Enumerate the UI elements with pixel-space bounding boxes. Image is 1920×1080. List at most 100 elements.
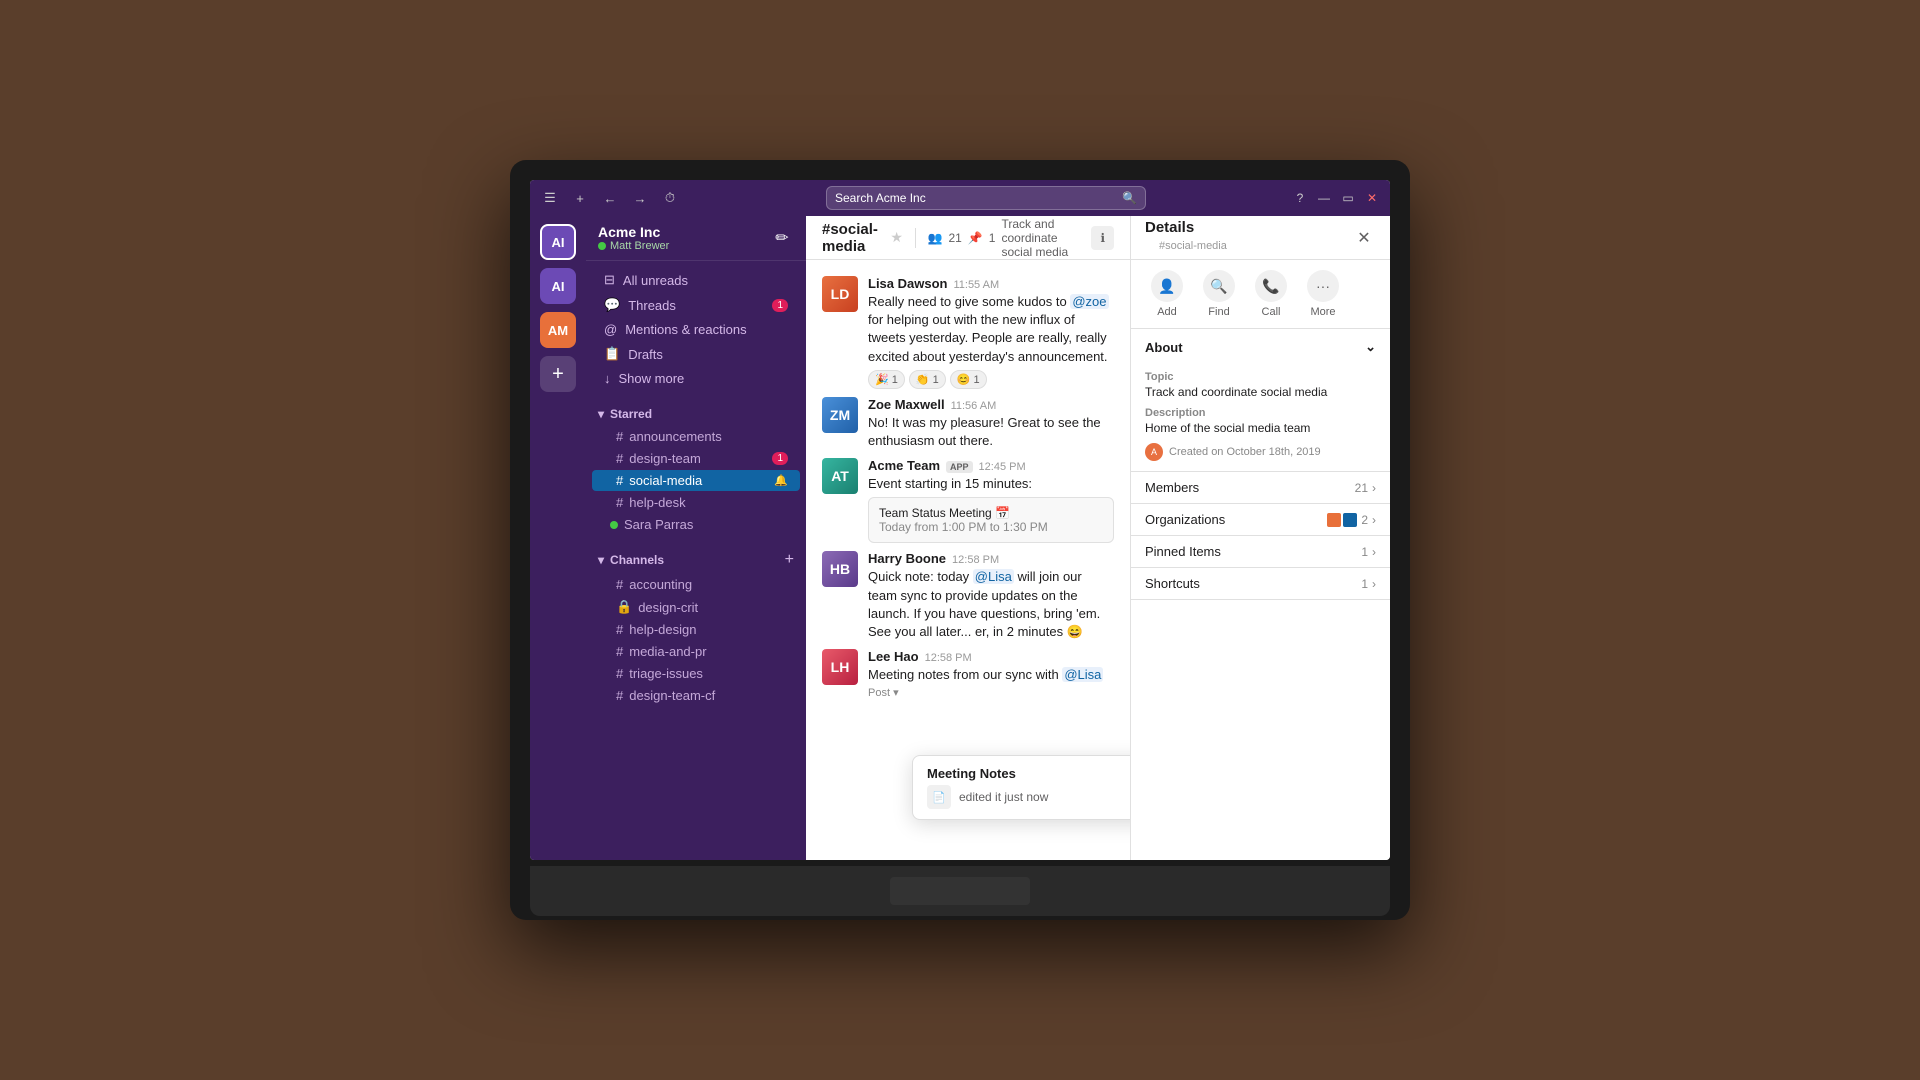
msg-text-lisa: Really need to give some kudos to @zoe f… [868, 293, 1114, 366]
members-icon: 👥 [928, 231, 943, 245]
channel-design-team[interactable]: # design-team 1 [592, 448, 800, 469]
search-icon: 🔍 [1122, 191, 1137, 205]
details-close-button[interactable]: ✕ [1352, 226, 1376, 250]
action-add[interactable]: 👤 Add [1145, 270, 1189, 318]
shortcuts-label: Shortcuts [1145, 576, 1200, 591]
action-more[interactable]: ··· More [1301, 270, 1345, 318]
reaction-clap[interactable]: 👏 1 [909, 370, 946, 389]
channel-media-and-pr[interactable]: # media-and-pr [592, 641, 800, 662]
workspace-info: Acme Inc Matt Brewer [598, 224, 669, 252]
channel-announcements[interactable]: # announcements [592, 426, 800, 447]
pins-count: 1 [989, 231, 996, 245]
workspace-name[interactable]: Acme Inc [598, 224, 669, 240]
channel-name-help-design: help-design [629, 622, 696, 637]
sidebar-item-mentions[interactable]: @ Mentions & reactions [592, 318, 800, 341]
hash-icon: # [616, 666, 623, 681]
mention-zoe[interactable]: @zoe [1070, 294, 1108, 309]
channel-meta: 👥 21 📌 1 Track and coordinate social med… [928, 217, 1084, 259]
search-box[interactable]: Search Acme Inc 🔍 [826, 186, 1146, 210]
action-find[interactable]: 🔍 Find [1197, 270, 1241, 318]
topic-value: Track and coordinate social media [1145, 385, 1376, 399]
title-bar-left: ☰ + ← → ⏱ [538, 186, 682, 210]
channel-design-crit[interactable]: 🔒 design-crit [592, 596, 800, 618]
hamburger-icon[interactable]: ☰ [538, 186, 562, 210]
add-channel-icon[interactable]: + [785, 551, 794, 569]
action-find-label: Find [1208, 306, 1229, 318]
sidebar-item-showmore[interactable]: ↓ Show more [592, 367, 800, 390]
org-icon-blue [1343, 513, 1357, 527]
search-container: Search Acme Inc 🔍 [682, 186, 1290, 210]
app-screen: ☰ + ← → ⏱ Search Acme Inc 🔍 ? — ▭ ✕ [530, 180, 1390, 860]
search-text: Search Acme Inc [835, 191, 926, 205]
channel-triage-issues[interactable]: # triage-issues [592, 663, 800, 684]
about-chevron: ⌄ [1365, 339, 1376, 355]
dm-sara-parras[interactable]: Sara Parras [586, 514, 806, 535]
user-status: Matt Brewer [598, 240, 669, 252]
minimize-icon[interactable]: — [1314, 188, 1334, 208]
channel-design-team-cf[interactable]: # design-team-cf [592, 685, 800, 706]
help-icon[interactable]: ? [1290, 188, 1310, 208]
channel-help-desk[interactable]: # help-desk [592, 492, 800, 513]
history-icon[interactable]: ⏱ [658, 186, 682, 210]
workspace-avatar-am[interactable]: AM [540, 312, 576, 348]
action-more-label: More [1310, 306, 1335, 318]
add-workspace-button[interactable]: + [540, 356, 576, 392]
app-badge: APP [946, 461, 973, 473]
msg-text-acme: Event starting in 15 minutes: [868, 475, 1114, 493]
organizations-label: Organizations [1145, 512, 1225, 527]
add-icon[interactable]: + [568, 186, 592, 210]
details-info-button[interactable]: ℹ [1091, 226, 1114, 250]
reaction-smile[interactable]: 😊 1 [950, 370, 987, 389]
workspace-initials-2: AI [552, 279, 565, 294]
channel-help-design[interactable]: # help-design [592, 619, 800, 640]
msg-body-zoe: Zoe Maxwell 11:56 AM No! It was my pleas… [868, 397, 1114, 450]
channel-name-announcements: announcements [629, 429, 722, 444]
action-call[interactable]: 📞 Call [1249, 270, 1293, 318]
forward-icon[interactable]: → [628, 186, 652, 210]
back-icon[interactable]: ← [598, 186, 622, 210]
sidebar-header: Acme Inc Matt Brewer ✏ [586, 216, 806, 261]
laptop-shell: ☰ + ← → ⏱ Search Acme Inc 🔍 ? — ▭ ✕ [510, 160, 1410, 920]
shortcuts-row[interactable]: Shortcuts 1 › [1131, 568, 1390, 600]
msg-author-lee: Lee Hao [868, 649, 919, 664]
starred-section-header[interactable]: ▾ Starred [586, 403, 806, 425]
about-section-header[interactable]: About ⌄ [1131, 329, 1390, 365]
compose-icon[interactable]: ✏ [770, 226, 794, 250]
meeting-title: Team Status Meeting 📅 [879, 506, 1103, 520]
channel-accounting[interactable]: # accounting [592, 574, 800, 595]
workspace-avatar-2[interactable]: AI [540, 268, 576, 304]
pinned-items-row[interactable]: Pinned Items 1 › [1131, 536, 1390, 568]
organizations-row[interactable]: Organizations 2 › [1131, 504, 1390, 536]
workspace-initials-1: AI [552, 235, 565, 250]
maximize-icon[interactable]: ▭ [1338, 188, 1358, 208]
sidebar-item-drafts[interactable]: 📋 Drafts [592, 342, 800, 366]
trackpad[interactable] [890, 877, 1030, 905]
post-label[interactable]: Post ▾ [868, 686, 1114, 699]
channel-social-media[interactable]: # social-media 🔔 [592, 470, 800, 491]
hash-icon: # [616, 644, 623, 659]
msg-time-lisa: 11:55 AM [953, 279, 999, 291]
notif-title: Meeting Notes [927, 766, 1130, 781]
channels-chevron: ▾ [598, 553, 604, 567]
close-icon[interactable]: ✕ [1362, 188, 1382, 208]
channel-star[interactable]: ★ [890, 229, 903, 246]
allunreads-icon: ⊟ [604, 272, 615, 288]
showmore-icon: ↓ [604, 371, 611, 386]
channels-section-header[interactable]: ▾ Channels + [586, 547, 806, 573]
msg-header-lee: Lee Hao 12:58 PM [868, 649, 1114, 664]
messages-area[interactable]: LD Lisa Dawson 11:55 AM Really need to g… [806, 260, 1130, 860]
mention-lisa[interactable]: @Lisa [973, 569, 1014, 584]
mention-lisa-2[interactable]: @Lisa [1062, 667, 1103, 682]
channel-title: #social-media [822, 221, 882, 255]
members-row[interactable]: Members 21 › [1131, 472, 1390, 504]
sidebar-item-threads[interactable]: 💬 Threads 1 [592, 293, 800, 317]
status-dot [598, 242, 606, 250]
reaction-party[interactable]: 🎉 1 [868, 370, 905, 389]
sidebar-item-allunreads[interactable]: ⊟ All unreads [592, 268, 800, 292]
mentions-label: Mentions & reactions [625, 322, 746, 337]
workspace-avatar-acme[interactable]: AI [540, 224, 576, 260]
about-label: About [1145, 340, 1183, 355]
hash-icon: # [616, 495, 623, 510]
design-team-badge: 1 [772, 452, 788, 465]
avatar-harry: HB [822, 551, 858, 587]
